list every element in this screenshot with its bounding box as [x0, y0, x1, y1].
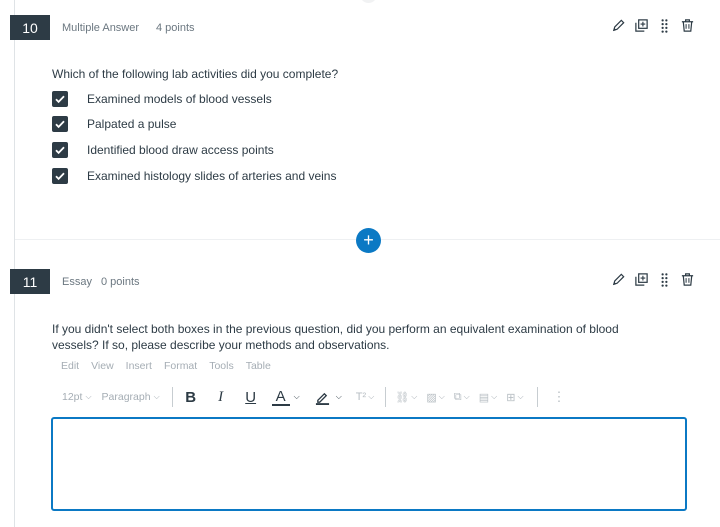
- chevron-down-icon: ⌵: [491, 392, 498, 401]
- chevron-down-icon: ⌵: [438, 392, 445, 401]
- checkmark-icon: [55, 120, 65, 129]
- trash-icon[interactable]: [680, 18, 695, 33]
- text-color-button[interactable]: A: [271, 388, 290, 406]
- chevron-down-icon: ⌵: [153, 392, 160, 401]
- checkmark-icon: [55, 95, 65, 104]
- chevron-down-icon: ⌵: [368, 392, 375, 401]
- top-add-button-edge: [360, 0, 377, 3]
- question-actions: [611, 18, 695, 33]
- chevron-down-icon[interactable]: ⌵: [336, 392, 342, 402]
- question-prompt-line: vessels? If so, please describe your met…: [52, 338, 390, 352]
- question-list-rule: [14, 0, 15, 527]
- checkmark-icon: [55, 146, 65, 155]
- more-options-button[interactable]: ⋮: [553, 389, 566, 405]
- document-icon[interactable]: ▤ ⌵: [479, 391, 497, 404]
- chevron-down-icon: ⌵: [85, 392, 92, 401]
- essay-answer-editor[interactable]: [51, 417, 687, 511]
- answer-label: Identified blood draw access points: [87, 143, 274, 157]
- answer-checkbox[interactable]: [52, 142, 68, 158]
- copy-icon[interactable]: [634, 272, 649, 287]
- question-points: 4 points: [156, 22, 195, 34]
- answer-label: Examined histology slides of arteries an…: [87, 169, 337, 183]
- drag-handle-icon[interactable]: [657, 18, 672, 33]
- media-icon[interactable]: ⧉ ⌵: [454, 391, 470, 404]
- question-prompt: Which of the following lab activities di…: [52, 67, 339, 81]
- block-format-value: Paragraph: [101, 391, 151, 403]
- menu-edit[interactable]: Edit: [61, 360, 79, 372]
- question-number-badge: 11: [10, 269, 50, 294]
- link-icon[interactable]: ⛓ ⌵: [395, 391, 417, 404]
- answer-label: Palpated a pulse: [87, 117, 177, 131]
- drag-handle-icon[interactable]: [657, 272, 672, 287]
- menu-table[interactable]: Table: [246, 360, 271, 372]
- superscript-button[interactable]: T² ⌵: [356, 391, 374, 403]
- chevron-down-icon: ⌵: [411, 392, 418, 401]
- bold-button[interactable]: B: [182, 387, 200, 407]
- answer-label: Examined models of blood vessels: [87, 92, 272, 106]
- editor-toolbar: 12pt ⌵ Paragraph ⌵ B I U A ⌵ ⌵ T² ⌵ ⛓ ⌵ ▨ ⌵ ⧉…: [62, 387, 575, 407]
- answer-checkbox[interactable]: [52, 116, 68, 132]
- chevron-down-icon: ⌵: [463, 392, 470, 401]
- underline-button[interactable]: U: [242, 387, 260, 407]
- add-question-button[interactable]: +: [356, 228, 381, 253]
- font-size-select[interactable]: 12pt ⌵: [62, 391, 92, 403]
- superscript-label: T²: [355, 391, 367, 403]
- question-type: Essay: [62, 276, 92, 288]
- toolbar-separator: [385, 387, 387, 407]
- chevron-down-icon: ⌵: [517, 392, 524, 401]
- question-number-badge: 10: [10, 15, 50, 40]
- question-actions: [611, 272, 695, 287]
- editor-menubar: Edit View Insert Format Tools Table: [61, 360, 271, 372]
- question-type: Multiple Answer: [62, 22, 140, 34]
- answer-option[interactable]: Palpated a pulse: [52, 116, 176, 132]
- equation-icon[interactable]: ⊞ ⌵: [506, 391, 523, 404]
- toolbar-separator: [171, 387, 173, 407]
- font-size-value: 12pt: [62, 391, 83, 403]
- italic-button[interactable]: I: [212, 387, 230, 407]
- trash-icon[interactable]: [680, 272, 695, 287]
- pencil-icon[interactable]: [611, 18, 626, 33]
- block-format-select[interactable]: Paragraph ⌵: [102, 391, 160, 403]
- pencil-icon[interactable]: [611, 272, 626, 287]
- checkmark-icon: [55, 172, 65, 181]
- answer-checkbox[interactable]: [52, 91, 68, 107]
- answer-checkbox[interactable]: [52, 168, 68, 184]
- answer-option[interactable]: Examined histology slides of arteries an…: [52, 168, 336, 184]
- menu-format[interactable]: Format: [164, 360, 197, 372]
- copy-icon[interactable]: [634, 18, 649, 33]
- menu-insert[interactable]: Insert: [126, 360, 152, 372]
- question-prompt-line: If you didn't select both boxes in the p…: [52, 322, 619, 336]
- menu-view[interactable]: View: [91, 360, 114, 372]
- image-icon[interactable]: ▨ ⌵: [426, 391, 444, 404]
- chevron-down-icon[interactable]: ⌵: [294, 392, 300, 402]
- menu-tools[interactable]: Tools: [209, 360, 234, 372]
- question-points: 0 points: [101, 276, 140, 288]
- highlight-icon[interactable]: [314, 387, 332, 407]
- answer-option[interactable]: Examined models of blood vessels: [52, 91, 272, 107]
- answer-option[interactable]: Identified blood draw access points: [52, 142, 274, 158]
- toolbar-separator: [536, 387, 538, 407]
